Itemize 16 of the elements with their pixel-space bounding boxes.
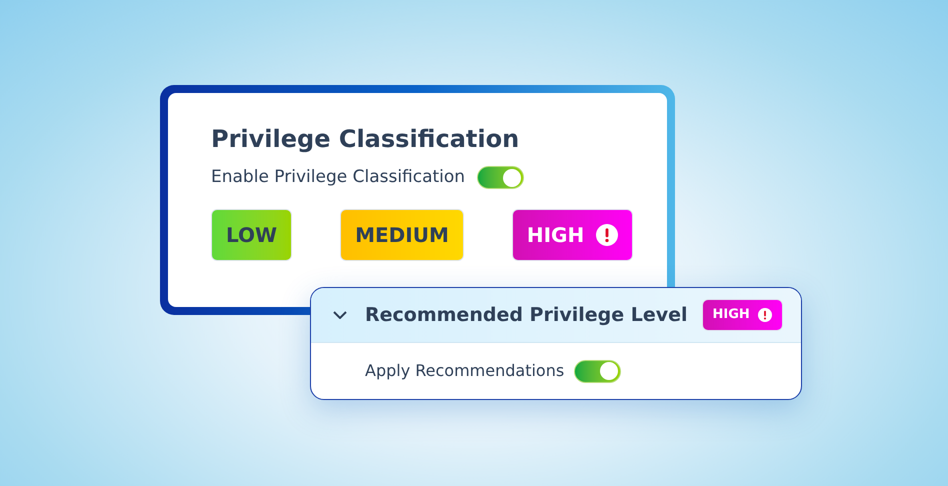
toggle-switch[interactable] [574,360,622,382]
toggle-knob [503,168,522,187]
level-button[interactable]: LOW [211,208,292,260]
level-button[interactable]: HIGH [702,299,783,331]
alert-icon [758,308,772,322]
card-title: Privilege Classification [211,124,520,155]
toggle-label: Enable Privilege Classification [211,166,466,189]
toggle-label: Apply Recommendations [365,360,564,382]
alert-icon [596,224,618,246]
level-button[interactable]: MEDIUM [340,208,464,260]
level-button[interactable]: HIGH [512,208,634,260]
toggle-switch[interactable] [477,166,524,190]
chevron-icon [333,311,347,319]
panel-header[interactable]: Recommended Privilege Level HIGH [311,288,801,343]
toggle-knob [600,362,618,380]
panel-title: Recommended Privilege Level [365,302,688,328]
